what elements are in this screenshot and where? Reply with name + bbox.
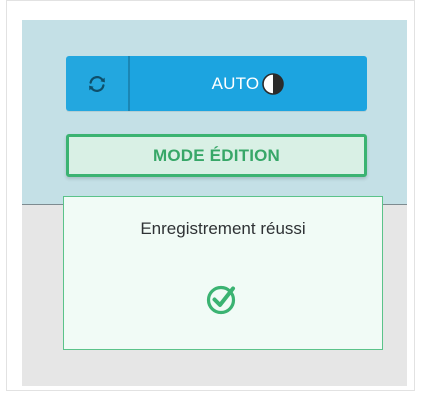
refresh-button[interactable] bbox=[66, 56, 130, 111]
edit-mode-label: MODE ÉDITION bbox=[152, 145, 281, 165]
panel-header-area bbox=[22, 20, 407, 205]
control-toolbar: AUTO bbox=[66, 56, 367, 111]
half-circle-icon bbox=[261, 72, 285, 96]
auto-mode-label: AUTO bbox=[211, 73, 260, 93]
success-toast: Enregistrement réussi bbox=[63, 196, 383, 350]
toast-message: Enregistrement réussi bbox=[140, 219, 306, 238]
check-circle-icon bbox=[206, 285, 236, 315]
edit-mode-button[interactable]: MODE ÉDITION bbox=[66, 134, 367, 177]
auto-mode-button[interactable]: AUTO bbox=[130, 56, 367, 111]
refresh-icon bbox=[89, 75, 105, 92]
